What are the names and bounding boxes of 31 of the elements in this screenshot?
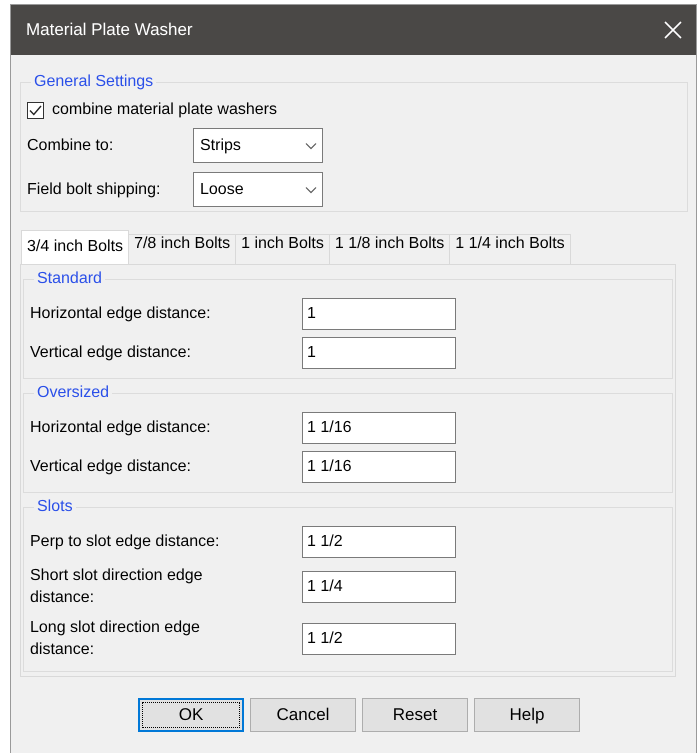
- input-field[interactable]: 1 1/2: [302, 526, 456, 558]
- dropdown-label: Combine to:: [27, 136, 114, 154]
- dialog-button[interactable]: Cancel: [250, 698, 356, 732]
- close-icon[interactable]: [664, 21, 682, 39]
- input-field[interactable]: 1: [302, 298, 456, 330]
- dialog-button[interactable]: Reset: [362, 698, 468, 732]
- tab[interactable]: 3/4 inch Bolts: [21, 230, 130, 264]
- input-field[interactable]: 1 1/16: [302, 450, 456, 482]
- dropdown[interactable]: Loose: [193, 172, 323, 207]
- input-field[interactable]: 1: [302, 336, 456, 368]
- dropdown[interactable]: Strips: [193, 128, 323, 163]
- dropdown-label: Field bolt shipping:: [27, 180, 162, 198]
- group-title: General Settings: [31, 72, 156, 92]
- field-label: Long slot direction edge distance:: [30, 618, 201, 660]
- field-label: Vertical edge distance:: [30, 342, 192, 362]
- chevron-down-icon: [305, 142, 317, 150]
- input-field[interactable]: 1 1/4: [302, 571, 456, 603]
- dialog-button[interactable]: OK: [138, 698, 244, 732]
- input-field[interactable]: 1 1/16: [302, 412, 456, 444]
- checkbox-label: combine material plate washers: [52, 101, 277, 119]
- dialog-button[interactable]: Help: [474, 698, 580, 732]
- field-label: Perp to slot edge distance:: [30, 532, 220, 552]
- input-field[interactable]: 1 1/2: [302, 623, 456, 655]
- tab[interactable]: 1 1/4 inch Bolts: [449, 234, 571, 264]
- window-title: Material Plate Washer: [26, 20, 193, 40]
- checkbox[interactable]: [27, 102, 44, 118]
- field-label: Horizontal edge distance:: [30, 418, 212, 438]
- chevron-down-icon: [305, 186, 317, 194]
- field-label: Vertical edge distance:: [30, 456, 192, 476]
- field-label: Short slot direction edge distance:: [30, 566, 204, 608]
- field-label: Horizontal edge distance:: [30, 304, 212, 324]
